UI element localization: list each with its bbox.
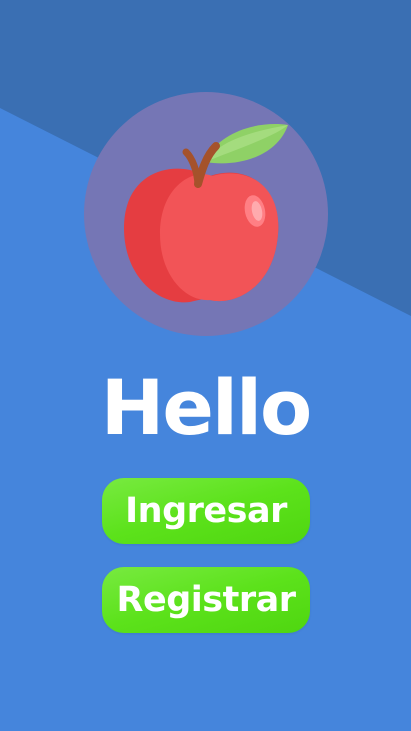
app-logo <box>84 92 328 336</box>
register-button[interactable]: Registrar <box>102 567 310 633</box>
page-title: Hello <box>100 363 312 452</box>
apple-icon <box>84 92 328 336</box>
login-button[interactable]: Ingresar <box>102 478 310 544</box>
